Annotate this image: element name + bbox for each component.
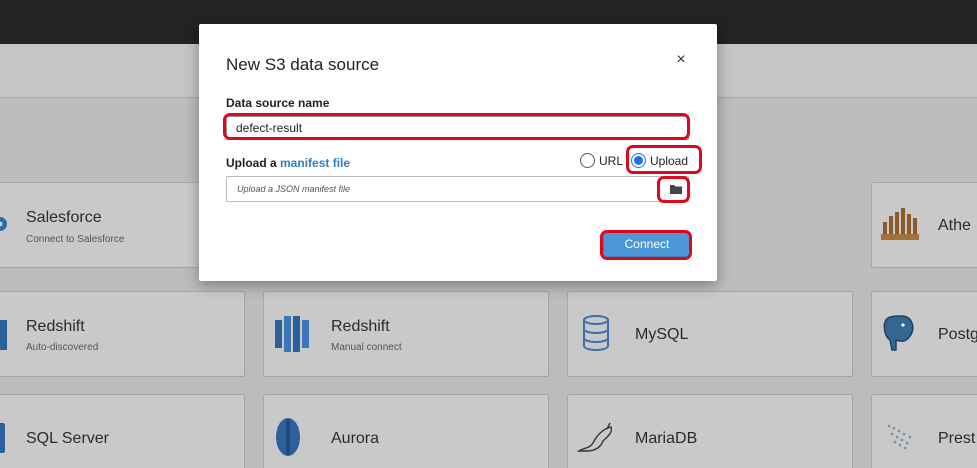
sql-server-icon xyxy=(0,423,5,453)
card-subtitle: Auto-discovered xyxy=(26,342,99,353)
upload-label-text: Upload a xyxy=(226,156,281,170)
athena-icon xyxy=(881,208,919,240)
card-subtitle: Connect to Salesforce xyxy=(26,234,125,245)
card-athena[interactable]: Athe xyxy=(871,182,977,268)
manifest-file-link[interactable]: manifest file xyxy=(280,156,350,170)
manifest-file-input[interactable]: Upload a JSON manifest file xyxy=(226,176,689,202)
new-s3-data-source-dialog: New S3 data source × Data source name Up… xyxy=(199,24,717,281)
card-title: Salesforce xyxy=(26,209,102,226)
card-title: Athe xyxy=(938,217,971,234)
radio-upload-label: Upload xyxy=(650,154,689,168)
card-sql-server[interactable]: SQL Server xyxy=(0,394,245,468)
card-redshift-auto[interactable]: Redshift Auto-discovered xyxy=(0,291,245,377)
card-title: Prest xyxy=(938,430,976,447)
aurora-icon xyxy=(276,418,300,456)
dialog-title: New S3 data source xyxy=(226,55,380,74)
card-title: Redshift xyxy=(26,318,85,335)
card-title: Aurora xyxy=(331,430,380,447)
salesforce-icon xyxy=(0,217,7,231)
card-subtitle: Manual connect xyxy=(331,342,402,353)
close-icon[interactable]: × xyxy=(673,51,689,69)
data-source-name-label: Data source name xyxy=(226,96,330,110)
card-title: MySQL xyxy=(635,326,689,343)
card-title: SQL Server xyxy=(26,430,109,447)
card-title: MariaDB xyxy=(635,430,698,447)
upload-manifest-label: Upload a manifest file xyxy=(226,156,350,170)
card-mysql[interactable]: MySQL xyxy=(567,291,853,377)
presto-icon xyxy=(887,424,912,450)
data-source-name-input[interactable] xyxy=(226,116,689,140)
folder-icon[interactable] xyxy=(668,181,684,197)
postgresql-icon xyxy=(883,315,914,351)
mariadb-icon xyxy=(577,422,613,452)
radio-upload[interactable] xyxy=(631,153,646,168)
card-postgresql[interactable]: Postg xyxy=(871,291,977,377)
card-mariadb[interactable]: MariaDB xyxy=(567,394,853,468)
card-presto[interactable]: Prest xyxy=(871,394,977,468)
card-title: Redshift xyxy=(331,318,390,335)
radio-url[interactable] xyxy=(580,153,595,168)
card-title: Postg xyxy=(938,326,977,343)
redshift-icon xyxy=(0,320,7,350)
redshift-icon xyxy=(275,316,309,352)
radio-url-label: URL xyxy=(599,154,624,168)
file-input-placeholder: Upload a JSON manifest file xyxy=(237,184,351,194)
mysql-icon xyxy=(583,315,609,351)
card-redshift-manual[interactable]: Redshift Manual connect xyxy=(263,291,549,377)
connect-button[interactable]: Connect xyxy=(603,232,691,257)
card-aurora[interactable]: Aurora xyxy=(263,394,549,468)
